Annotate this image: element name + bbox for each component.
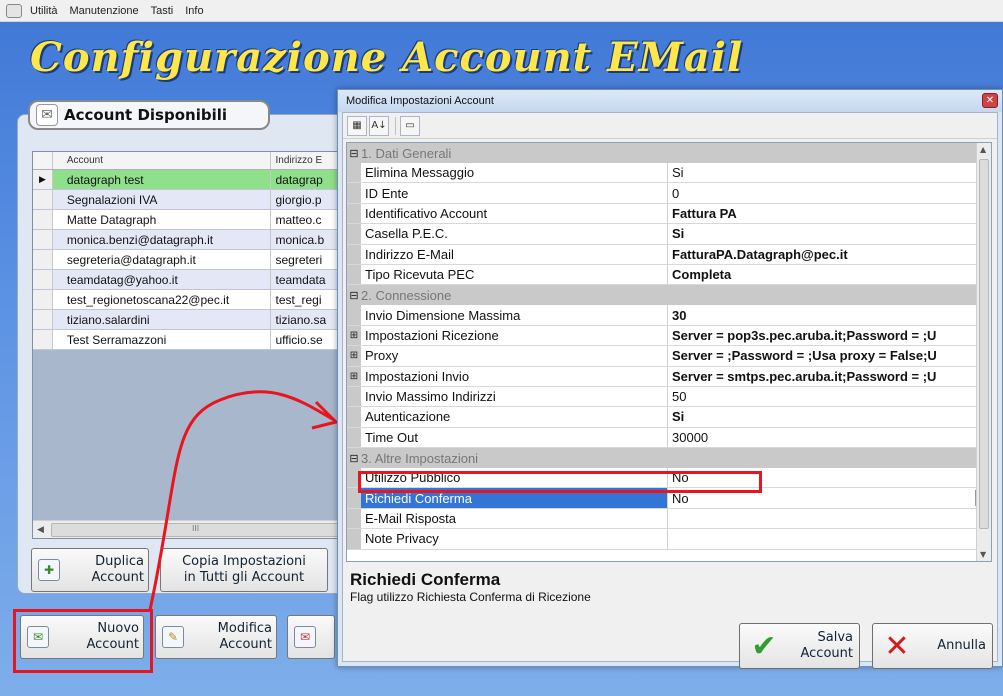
property-row[interactable]: Invio Dimensione Massima 30	[347, 305, 991, 326]
toolbar-separator	[395, 116, 396, 135]
property-row[interactable]: ⊞ Impostazioni Ricezione Server = pop3s.pe…	[347, 325, 991, 347]
property-row[interactable]: Time Out 30000	[347, 427, 991, 449]
row-gutter	[347, 163, 361, 183]
property-row[interactable]: Identificativo Account Fattura PA	[347, 203, 991, 225]
salva-account-label: Salva Account	[800, 630, 854, 661]
category-dati-generali[interactable]: ⊟ 1. Dati Generali	[347, 143, 991, 163]
annulla-label: Annulla	[937, 638, 986, 653]
scroll-down-icon[interactable]: ▼	[980, 550, 986, 559]
row-gutter	[347, 224, 361, 244]
highlight-utilizzo-pubblico	[358, 471, 762, 493]
property-name: Indirizzo E-Mail	[361, 244, 668, 264]
category-label: 3. Altre Impostazioni	[361, 450, 479, 466]
expand-icon[interactable]: ⊞	[347, 325, 361, 346]
property-value[interactable]	[668, 529, 991, 548]
row-gutter	[347, 244, 361, 264]
property-name: Casella P.E.C.	[361, 224, 668, 244]
property-value[interactable]: 0	[668, 183, 991, 202]
property-row[interactable]: Casella P.E.C. Si	[347, 224, 991, 245]
property-value[interactable]: Si	[668, 163, 991, 182]
property-row[interactable]: Invio Massimo Indirizzi 50	[347, 386, 991, 408]
property-value[interactable]: FatturaPA.Datagraph@pec.it	[668, 245, 991, 264]
category-label: 1. Dati Generali	[361, 145, 452, 161]
property-name: Proxy	[361, 346, 668, 366]
property-name: ID Ente	[361, 183, 668, 203]
categorized-view-icon[interactable]: ▦	[347, 115, 367, 136]
close-icon[interactable]: ✕	[982, 93, 998, 108]
scroll-up-icon[interactable]: ▲	[980, 145, 986, 154]
property-pages-icon[interactable]: ▭	[400, 115, 420, 136]
property-toolbar: ▦ A↓ ▭	[343, 113, 997, 139]
property-name: Elimina Messaggio	[361, 163, 668, 183]
row-gutter	[347, 508, 361, 529]
property-name: Tipo Ricevuta PEC	[361, 264, 668, 285]
category-label: 2. Connessione	[361, 287, 452, 303]
property-grid[interactable]: ⊟ 1. Dati Generali Elimina Messaggio Si I…	[346, 142, 992, 562]
expand-icon[interactable]: ⊞	[347, 366, 361, 386]
property-help-panel: Richiedi Conferma Flag utilizzo Richiest…	[346, 564, 992, 618]
arrow-curve	[148, 390, 335, 611]
property-row[interactable]: E-Mail Risposta	[347, 508, 991, 530]
collapse-icon[interactable]: ⊟	[347, 452, 361, 465]
row-gutter	[347, 183, 361, 203]
check-icon: ✔	[751, 628, 777, 664]
property-value[interactable]: 30	[668, 305, 991, 324]
collapse-icon[interactable]: ⊟	[347, 289, 361, 302]
property-name: Impostazioni Invio	[361, 366, 668, 386]
property-value[interactable]: Si	[668, 407, 991, 426]
row-gutter	[347, 264, 361, 285]
row-gutter	[347, 529, 361, 549]
collapse-icon[interactable]: ⊟	[347, 147, 361, 160]
cancel-x-icon: ✕	[884, 628, 910, 664]
category-connessione[interactable]: ⊟ 2. Connessione	[347, 285, 991, 306]
property-value[interactable]: Server = pop3s.pec.aruba.it;Password = ;…	[668, 326, 991, 345]
property-value[interactable]: Fattura PA	[668, 204, 991, 223]
property-row[interactable]: Tipo Ricevuta PEC Completa	[347, 264, 991, 286]
property-name: Impostazioni Ricezione	[361, 325, 668, 346]
help-title: Richiedi Conferma	[350, 570, 501, 589]
category-altre-impostazioni[interactable]: ⊟ 3. Altre Impostazioni	[347, 448, 991, 469]
property-row[interactable]: Note Privacy	[347, 529, 991, 550]
property-value[interactable]: Server = smtps.pec.aruba.it;Password = ;…	[668, 367, 991, 386]
edit-account-dialog: Modifica Impostazioni Account ✕ ▦ A↓ ▭ ⊟…	[337, 89, 1003, 669]
property-value[interactable]: Si	[668, 224, 991, 243]
property-name: Autenticazione	[361, 407, 668, 427]
salva-account-button[interactable]: ✔ Salva Account	[739, 623, 860, 669]
dialog-body: ▦ A↓ ▭ ⊟ 1. Dati Generali Elimina Messag…	[342, 112, 998, 669]
property-value[interactable]: 30000	[668, 428, 991, 447]
help-description: Flag utilizzo Richiesta Conferma di Rice…	[350, 590, 591, 604]
row-gutter	[347, 203, 361, 224]
property-row[interactable]: ⊞ Impostazioni Invio Server = smtps.pec.ar…	[347, 366, 991, 387]
property-value[interactable]: Server = ;Password = ;Usa proxy = False;…	[668, 346, 991, 365]
property-name: Note Privacy	[361, 529, 668, 549]
property-value[interactable]	[668, 509, 991, 528]
property-grid-scrollbar[interactable]: ▲ ▼	[976, 143, 991, 561]
property-name: Invio Dimensione Massima	[361, 305, 668, 325]
property-name: Time Out	[361, 427, 668, 448]
property-row[interactable]: ⊞ Proxy Server = ;Password = ;Usa proxy = …	[347, 346, 991, 367]
property-row[interactable]: ID Ente 0	[347, 183, 991, 204]
scroll-thumb[interactable]	[979, 159, 989, 529]
dialog-title-bar: Modifica Impostazioni Account ✕	[338, 90, 1002, 112]
property-row[interactable]: Elimina Messaggio Si	[347, 163, 991, 184]
row-gutter	[347, 407, 361, 427]
sort-alpha-icon[interactable]: A↓	[369, 115, 389, 136]
property-name: Invio Massimo Indirizzi	[361, 386, 668, 407]
dialog-title: Modifica Impostazioni Account	[346, 95, 494, 107]
row-gutter	[347, 427, 361, 448]
row-gutter	[347, 386, 361, 407]
annulla-button[interactable]: ✕ Annulla	[872, 623, 993, 669]
property-name: Identificativo Account	[361, 203, 668, 224]
property-value[interactable]: 50	[668, 387, 991, 406]
property-value[interactable]: Completa	[668, 265, 991, 284]
property-row[interactable]: Autenticazione Si	[347, 407, 991, 428]
expand-icon[interactable]: ⊞	[347, 346, 361, 366]
property-row[interactable]: Indirizzo E-Mail FatturaPA.Datagraph@pec.…	[347, 244, 991, 265]
row-gutter	[347, 305, 361, 325]
property-name: E-Mail Risposta	[361, 508, 668, 529]
